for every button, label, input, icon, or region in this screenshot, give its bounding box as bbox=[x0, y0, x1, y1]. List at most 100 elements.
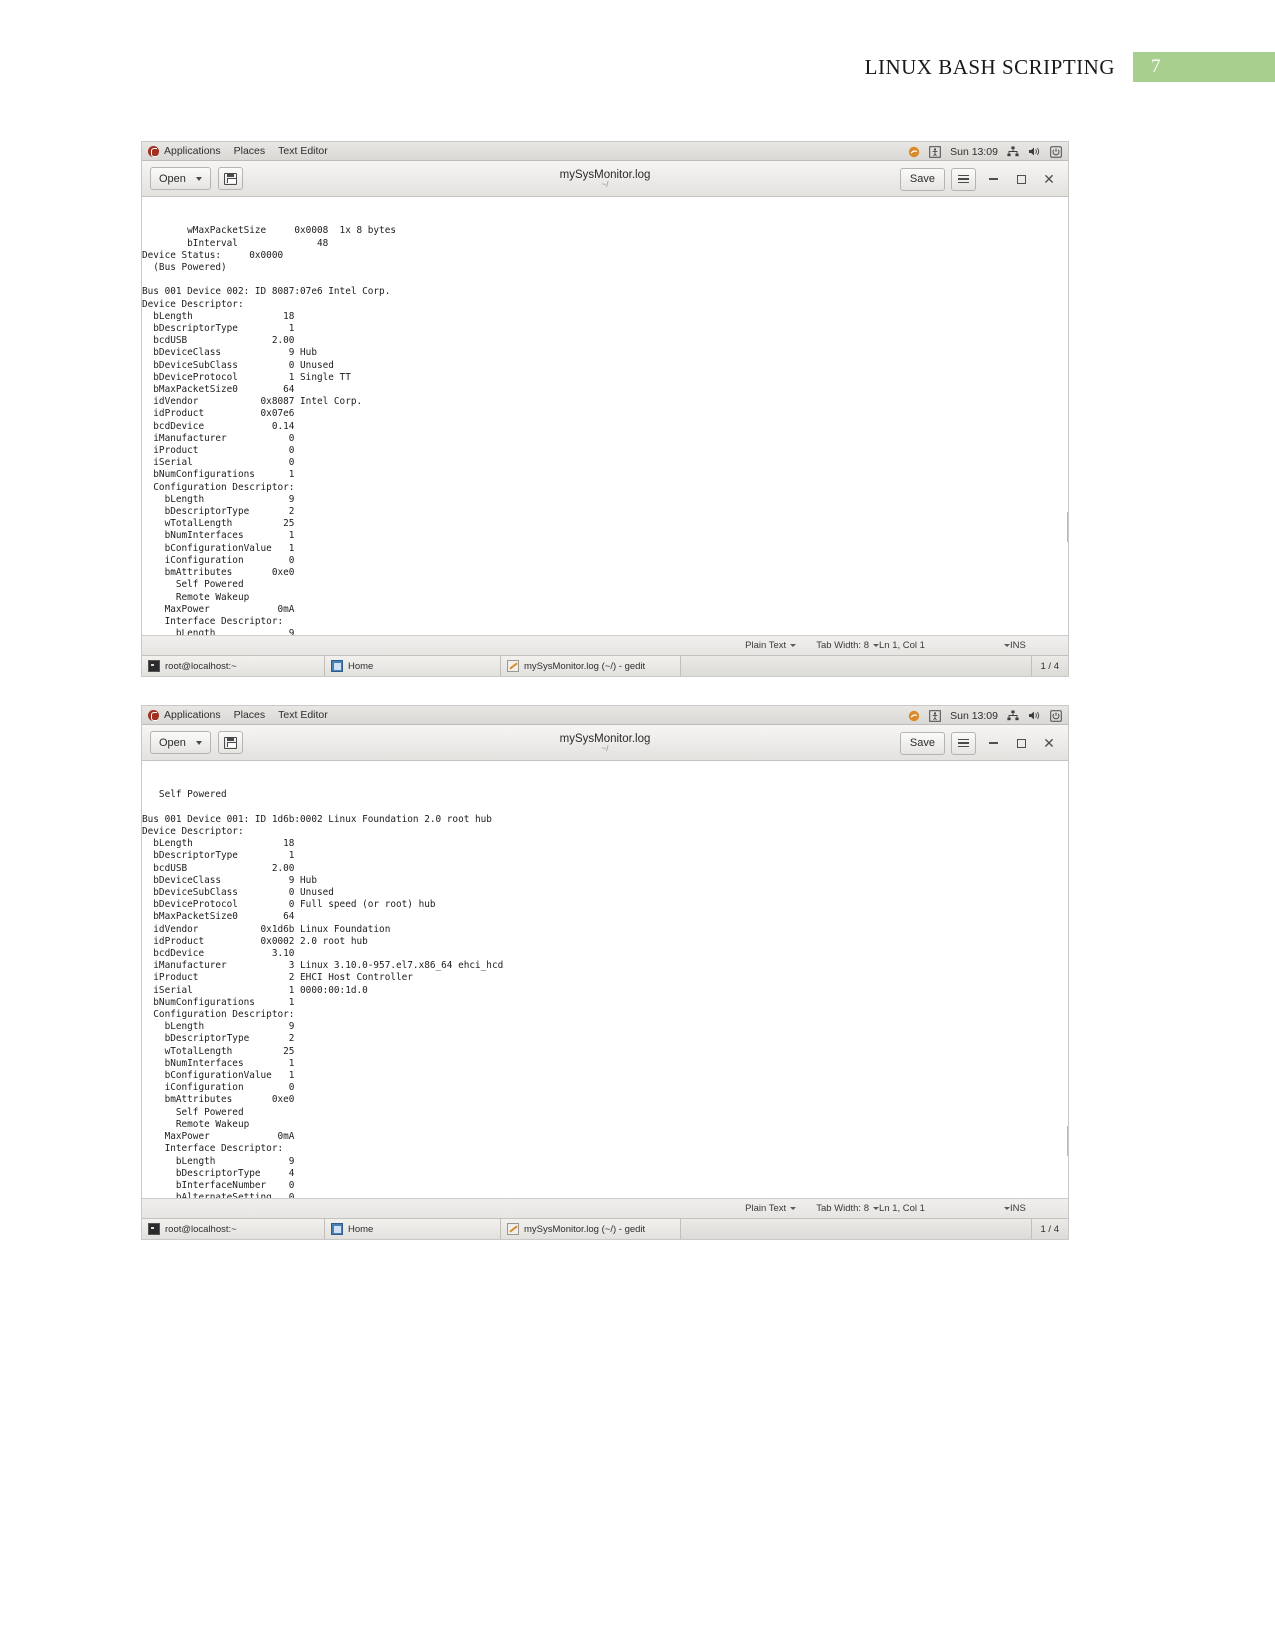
page-number-badge: 7 bbox=[1133, 52, 1275, 82]
editor-text-area-1[interactable]: wMaxPacketSize 0x0008 1x 8 bytes bInterv… bbox=[142, 197, 1068, 635]
clock-2[interactable]: Sun 13:09 bbox=[950, 710, 998, 722]
network-icon-2[interactable] bbox=[1007, 710, 1019, 721]
volume-icon-1[interactable] bbox=[1028, 146, 1041, 157]
accessibility-icon-1[interactable] bbox=[929, 145, 941, 158]
save-button-2[interactable]: Save bbox=[899, 731, 945, 755]
active-app-menu-2[interactable]: Text Editor bbox=[278, 709, 328, 721]
taskbar-item-home-1[interactable]: Home bbox=[325, 656, 501, 676]
clock-1[interactable]: Sun 13:09 bbox=[950, 146, 998, 158]
gedit-window-2: Applications Places Text Editor Sun 13:0… bbox=[141, 705, 1069, 1240]
gnome-top-panel-1: Applications Places Text Editor Sun 13:0… bbox=[142, 142, 1068, 161]
new-document-icon bbox=[223, 736, 237, 749]
taskbar-item-terminal-2[interactable]: root@localhost:~ bbox=[142, 1219, 325, 1239]
power-menu-icon-2[interactable] bbox=[1050, 709, 1062, 722]
hamburger-menu-icon bbox=[958, 174, 969, 184]
taskbar-item-gedit-1[interactable]: mySysMonitor.log (~/) - gedit bbox=[501, 656, 681, 676]
tab-width-label-2: Tab Width: 8 bbox=[816, 1203, 869, 1214]
places-menu-2[interactable]: Places bbox=[234, 709, 266, 721]
new-document-icon bbox=[223, 172, 237, 185]
taskbar-item-label: root@localhost:~ bbox=[165, 660, 237, 672]
editor-content-2: Self Powered Bus 001 Device 001: ID 1d6b… bbox=[142, 789, 504, 1198]
fedora-logo-icon bbox=[148, 709, 159, 721]
hamburger-menu-icon bbox=[958, 738, 969, 748]
document-header: LINUX BASH SCRIPTING 7 bbox=[0, 52, 1275, 82]
notification-icon-2[interactable] bbox=[908, 710, 920, 722]
gedit-icon bbox=[507, 660, 519, 672]
gedit-statusbar-1: Plain Text Tab Width: 8 Ln 1, Col 1 INS bbox=[142, 635, 1068, 655]
accessibility-icon-2[interactable] bbox=[929, 709, 941, 722]
folder-home-icon bbox=[331, 660, 343, 672]
taskbar-item-label: root@localhost:~ bbox=[165, 1223, 237, 1235]
new-document-button-2[interactable] bbox=[217, 731, 243, 754]
editor-content-1: wMaxPacketSize 0x0008 1x 8 bytes bInterv… bbox=[142, 225, 396, 635]
gedit-icon bbox=[507, 1223, 519, 1235]
new-document-button-1[interactable] bbox=[217, 167, 243, 190]
open-button-label: Open bbox=[159, 172, 186, 185]
language-selector-1[interactable]: Plain Text bbox=[745, 640, 797, 651]
open-button-label: Open bbox=[159, 736, 186, 749]
scrollbar-indicator-1[interactable] bbox=[1066, 512, 1068, 542]
tab-width-label-1: Tab Width: 8 bbox=[816, 640, 869, 651]
active-app-menu-1[interactable]: Text Editor bbox=[278, 145, 328, 157]
chevron-down-icon bbox=[790, 1207, 797, 1210]
maximize-button-1[interactable] bbox=[1010, 168, 1032, 190]
gedit-statusbar-2: Plain Text Tab Width: 8 Ln 1, Col 1 INS bbox=[142, 1198, 1068, 1218]
chevron-down-icon bbox=[195, 176, 202, 181]
insert-mode-1: INS bbox=[1010, 640, 1026, 651]
applications-menu-label: Applications bbox=[164, 145, 221, 157]
taskbar-item-label: Home bbox=[348, 1223, 374, 1235]
fedora-logo-icon bbox=[148, 145, 159, 157]
taskbar-item-terminal-1[interactable]: root@localhost:~ bbox=[142, 656, 325, 676]
minimize-button-2[interactable] bbox=[982, 732, 1004, 754]
scrollbar-indicator-2[interactable] bbox=[1066, 1126, 1068, 1156]
taskbar-item-label: mySysMonitor.log (~/) - gedit bbox=[524, 1223, 646, 1235]
taskbar-item-home-2[interactable]: Home bbox=[325, 1219, 501, 1239]
window-list-taskbar-2: root@localhost:~ Home mySysMonitor.log (… bbox=[142, 1218, 1068, 1239]
language-label-2: Plain Text bbox=[745, 1203, 787, 1214]
cursor-position-2: Ln 1, Col 1 bbox=[879, 1203, 925, 1214]
taskbar-item-gedit-2[interactable]: mySysMonitor.log (~/) - gedit bbox=[501, 1219, 681, 1239]
open-button-1[interactable]: Open bbox=[150, 167, 211, 190]
gedit-window-1: Applications Places Text Editor Sun 13:0… bbox=[141, 141, 1069, 677]
menu-button-2[interactable] bbox=[951, 731, 976, 755]
close-button-2[interactable]: ✕ bbox=[1038, 732, 1060, 754]
folder-home-icon bbox=[331, 1223, 343, 1235]
tab-width-selector-2[interactable]: Tab Width: 8 bbox=[816, 1203, 879, 1214]
open-button-2[interactable]: Open bbox=[150, 731, 211, 754]
close-button-1[interactable]: ✕ bbox=[1038, 168, 1060, 190]
applications-menu-label: Applications bbox=[164, 709, 221, 721]
language-selector-2[interactable]: Plain Text bbox=[745, 1203, 797, 1214]
editor-text-area-2[interactable]: Self Powered Bus 001 Device 001: ID 1d6b… bbox=[142, 761, 1068, 1198]
applications-menu-1[interactable]: Applications bbox=[148, 145, 221, 157]
save-button-label: Save bbox=[909, 737, 935, 749]
page-canvas: LINUX BASH SCRIPTING 7 Applications Plac… bbox=[0, 0, 1275, 1651]
maximize-button-2[interactable] bbox=[1010, 732, 1032, 754]
language-label-1: Plain Text bbox=[745, 640, 787, 651]
terminal-icon bbox=[148, 1223, 160, 1235]
menu-button-1[interactable] bbox=[951, 167, 976, 191]
insert-mode-2: INS bbox=[1010, 1203, 1026, 1214]
window-list-taskbar-1: root@localhost:~ Home mySysMonitor.log (… bbox=[142, 655, 1068, 676]
gedit-headerbar-2: Open mySysMonitor.log ~/ Save ✕ bbox=[142, 725, 1068, 761]
page-number: 7 bbox=[1151, 56, 1161, 77]
workspace-switcher-1[interactable]: 1 / 4 bbox=[1030, 656, 1069, 676]
notification-icon-1[interactable] bbox=[908, 146, 920, 158]
save-button-1[interactable]: Save bbox=[899, 167, 945, 191]
applications-menu-2[interactable]: Applications bbox=[148, 709, 221, 721]
minimize-button-1[interactable] bbox=[982, 168, 1004, 190]
taskbar-empty-space-2 bbox=[681, 1219, 1031, 1239]
gedit-headerbar-1: Open mySysMonitor.log ~/ Save ✕ bbox=[142, 161, 1068, 197]
save-button-label: Save bbox=[909, 173, 935, 185]
network-icon-1[interactable] bbox=[1007, 146, 1019, 157]
terminal-icon bbox=[148, 660, 160, 672]
cursor-position-1: Ln 1, Col 1 bbox=[879, 640, 925, 651]
taskbar-item-label: mySysMonitor.log (~/) - gedit bbox=[524, 660, 646, 672]
page-title: LINUX BASH SCRIPTING bbox=[864, 55, 1115, 79]
tab-width-selector-1[interactable]: Tab Width: 8 bbox=[816, 640, 879, 651]
power-menu-icon-1[interactable] bbox=[1050, 145, 1062, 158]
volume-icon-2[interactable] bbox=[1028, 710, 1041, 721]
workspace-switcher-2[interactable]: 1 / 4 bbox=[1030, 1219, 1069, 1239]
taskbar-item-label: Home bbox=[348, 660, 374, 672]
chevron-down-icon bbox=[195, 740, 202, 745]
places-menu-1[interactable]: Places bbox=[234, 145, 266, 157]
